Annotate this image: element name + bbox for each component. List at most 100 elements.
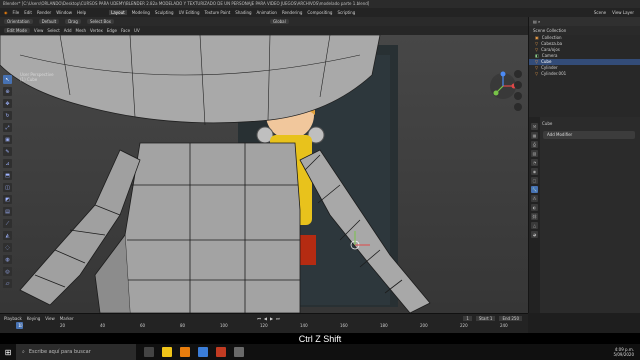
menu-timeline-view[interactable]: View [45,316,55,321]
tick-label: 80 [180,323,186,328]
pan-hand-icon[interactable] [514,81,522,89]
select-box-dropdown[interactable]: Select Box [86,19,114,24]
spin-tool-icon[interactable]: ◌ [3,243,12,252]
scene-tab-icon[interactable]: ◔ [531,159,538,166]
menu-keying[interactable]: Keying [27,316,40,321]
world-tab-icon[interactable]: ◉ [531,168,538,175]
clock-date: 5/09/2020 [613,352,634,357]
tab-layout[interactable]: Layout [109,10,127,15]
orientation-dropdown[interactable]: Orientation [4,19,33,24]
object-tab-icon[interactable]: ▢ [531,177,538,184]
frame-range: 1 Start 1 End 250 [463,315,528,321]
menu-vertex[interactable]: Vertex [90,28,103,33]
measure-tool-icon[interactable]: ⊿ [3,159,12,168]
add-modifier-button[interactable]: Add Modifier [543,131,635,139]
app-icon[interactable] [198,347,208,357]
playback-controls: ⏮ ◀ ▶ ⏭ [257,316,279,321]
menu-uv[interactable]: UV [134,28,140,33]
menu-mesh[interactable]: Mesh [76,28,87,33]
transform-orientation-dropdown[interactable]: Global [269,19,289,24]
app-icon[interactable] [234,347,244,357]
end-frame-field[interactable]: End 250 [499,315,522,321]
blender-logo-icon[interactable]: ◉ [4,10,8,15]
menu-file[interactable]: File [13,10,20,15]
tab-scripting[interactable]: Scripting [337,10,355,15]
default-dropdown[interactable]: Default [38,19,60,24]
jump-start-icon[interactable]: ⏮ [257,316,261,321]
particles-tab-icon[interactable]: ⁂ [531,195,538,202]
windows-start-icon[interactable]: ⊞ [0,344,16,360]
transform-tool-icon[interactable]: ▣ [3,135,12,144]
material-tab-icon[interactable]: ◕ [531,231,538,238]
inset-tool-icon[interactable]: ◫ [3,183,12,192]
smooth-tool-icon[interactable]: ◍ [3,255,12,264]
cursor-tool-icon[interactable]: ⊕ [3,87,12,96]
start-frame-field[interactable]: Start 1 [475,315,496,321]
timeline-ruler[interactable]: 1 0 20 40 60 80 100 120 140 160 180 200 … [0,322,528,330]
tab-rendering[interactable]: Rendering [282,10,302,15]
menu-window[interactable]: Window [56,10,72,15]
menu-view[interactable]: View [34,28,44,33]
tab-sculpting[interactable]: Sculpting [155,10,174,15]
drag-dropdown[interactable]: Drag [65,19,81,24]
knife-tool-icon[interactable]: ⟋ [3,219,12,228]
taskbar-search-box[interactable]: ⌕ Escribe aquí para buscar [16,344,136,360]
tab-modeling[interactable]: Modeling [132,10,150,15]
tab-uv-editing[interactable]: UV Editing [179,10,200,15]
data-tab-icon[interactable]: △ [531,222,538,229]
viewport-header: Edit Mode View Select Add Mesh Vertex Ed… [0,26,528,35]
shrink-tool-icon[interactable]: ◎ [3,267,12,276]
menu-marker[interactable]: Marker [60,316,74,321]
bevel-tool-icon[interactable]: ◩ [3,195,12,204]
scene-selector[interactable]: Scene [594,10,606,15]
rotate-tool-icon[interactable]: ↻ [3,111,12,120]
tab-animation[interactable]: Animation [257,10,277,15]
tab-texture-paint[interactable]: Texture Paint [204,10,230,15]
jump-end-icon[interactable]: ⏭ [276,316,280,321]
caption-text: Ctrl Z Shift [298,334,342,344]
render-tab-icon[interactable]: ▦ [531,132,538,139]
blender-app-icon[interactable] [180,347,190,357]
play-icon[interactable]: ▶ [270,316,273,321]
play-reverse-icon[interactable]: ◀ [264,316,267,321]
extrude-tool-icon[interactable]: ⬒ [3,171,12,180]
menu-add[interactable]: Add [64,28,72,33]
annotate-tool-icon[interactable]: ✎ [3,147,12,156]
app-icon[interactable] [216,347,226,357]
tab-compositing[interactable]: Compositing [307,10,332,15]
tool-tab-icon[interactable]: ⚒ [531,123,538,130]
move-tool-icon[interactable]: ✥ [3,99,12,108]
constraints-tab-icon[interactable]: ⛓ [531,213,538,220]
current-frame-field[interactable]: 1 [463,315,472,321]
view-layer-selector[interactable]: View Layer [612,10,634,15]
menu-help[interactable]: Help [77,10,86,15]
poly-build-tool-icon[interactable]: ◭ [3,231,12,240]
task-view-icon[interactable] [144,347,154,357]
scale-tool-icon[interactable]: ⤢ [3,123,12,132]
select-tool-icon[interactable]: ↖ [3,75,12,84]
menu-render[interactable]: Render [37,10,51,15]
modifier-tab-icon[interactable]: 🔧 [531,186,538,193]
timeline-panel: Playback Keying View Marker ⏮ ◀ ▶ ⏭ 1 St… [0,313,528,333]
tool-shelf: ↖ ⊕ ✥ ↻ ⤢ ▣ ✎ ⊿ ⬒ ◫ ◩ ▤ ⟋ ◭ ◌ ◍ ◎ ▱ [3,75,13,288]
system-tray-clock[interactable]: 4:09 p.m. 5/09/2020 [613,347,640,357]
status-area [528,313,640,333]
physics-tab-icon[interactable]: ◐ [531,204,538,211]
zoom-icon[interactable] [514,70,522,78]
shear-tool-icon[interactable]: ▱ [3,279,12,288]
menu-playback[interactable]: Playback [4,316,22,321]
outliner-row[interactable]: ▽ Cylinder.001 [529,71,640,77]
output-tab-icon[interactable]: ⎙ [531,141,538,148]
menu-edit[interactable]: Edit [24,10,32,15]
menu-face[interactable]: Face [121,28,130,33]
view-layer-tab-icon[interactable]: ▧ [531,150,538,157]
file-explorer-icon[interactable] [162,347,172,357]
camera-view-icon[interactable] [514,92,522,100]
3d-viewport[interactable]: User Perspective (1) Cube ↖ ⊕ ✥ ↻ ⤢ ▣ ✎ … [0,35,528,313]
menu-select[interactable]: Select [47,28,59,33]
menu-edge[interactable]: Edge [107,28,117,33]
mode-dropdown[interactable]: Edit Mode [4,28,30,33]
loop-cut-tool-icon[interactable]: ▤ [3,207,12,216]
tab-shading[interactable]: Shading [235,10,251,15]
perspective-toggle-icon[interactable] [514,103,522,111]
